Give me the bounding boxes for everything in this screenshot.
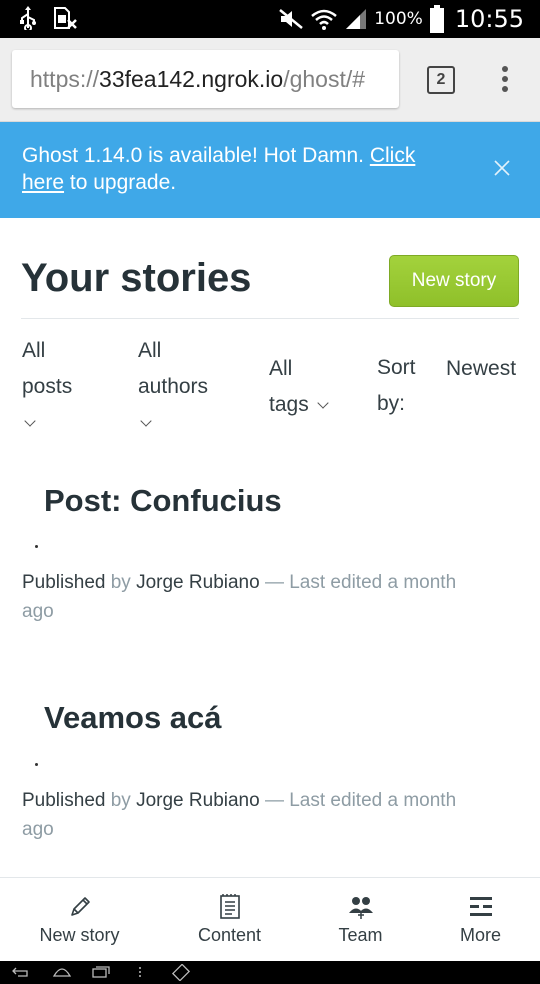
mute-icon [279,9,304,29]
system-nav-bar [0,961,540,984]
upgrade-link[interactable]: Click [370,144,416,167]
nav-new-story[interactable]: New story [12,878,147,962]
sim-off-icon [54,7,77,29]
filter-posts-dropdown[interactable]: All posts [22,333,72,441]
upgrade-link-here[interactable]: here [22,171,64,194]
url-scheme: https:// [30,66,100,92]
post-excerpt [35,545,38,548]
battery-icon [429,5,444,33]
post-title[interactable]: Veamos acá [44,700,222,736]
post-meta: Published by Jorge Rubiano — Last edited… [22,790,457,840]
post-edited: — Last edited a month [259,572,457,593]
post-status: Published [22,572,106,593]
divider [21,318,519,319]
filter-authors-dropdown[interactable]: All authors [138,333,208,441]
sort-order-dropdown[interactable]: Newest [446,351,516,387]
recents-icon[interactable] [92,966,110,978]
menu-icon[interactable] [138,966,142,978]
rotate-icon[interactable] [172,964,190,981]
usb-icon [20,6,36,30]
browser-menu-icon[interactable] [498,66,512,94]
battery-percent: 100% [374,9,423,29]
back-icon[interactable] [12,966,30,978]
pencil-icon [70,897,90,916]
upgrade-notice: Ghost 1.14.0 is available! Hot Damn. Cli… [0,122,540,218]
post-status: Published [22,790,106,811]
filter-tags-dropdown[interactable]: All tags [269,351,329,423]
post-meta: Published by Jorge Rubiano — Last edited… [22,572,457,622]
upgrade-notice-text: Ghost 1.14.0 is available! Hot Damn. Cli… [22,144,416,194]
url-bar[interactable]: https://33fea142.ngrok.io/ghost/# [12,50,399,108]
more-icon [469,897,492,916]
signal-icon [346,9,367,29]
post-excerpt [35,763,38,766]
post-edited: — Last edited a month [259,790,457,811]
chevron-down-icon [140,415,152,427]
status-bar: 100% 10:55 [0,0,540,38]
new-story-button[interactable]: New story [389,255,519,307]
clock: 10:55 [454,5,524,33]
post-title[interactable]: Post: Confucius [44,483,282,519]
nav-content[interactable]: Content [162,878,297,962]
post-author: Jorge Rubiano [136,790,260,811]
home-icon[interactable] [52,966,72,978]
url-path: /ghost/# [283,66,366,92]
browser-toolbar: https://33fea142.ngrok.io/ghost/# 2 [0,38,540,122]
url-host: 33fea142.ngrok.io [99,66,284,92]
tab-switcher-button[interactable]: 2 [427,66,455,94]
nav-more[interactable]: More [413,878,540,962]
chevron-down-icon [316,397,329,409]
sort-label: Sort by: [377,356,416,415]
document-icon [219,894,240,919]
nav-team[interactable]: Team [293,878,428,962]
close-icon[interactable] [492,158,512,178]
bottom-nav: New story Content Team More [0,877,540,961]
team-icon [348,897,373,919]
chevron-down-icon [24,415,36,427]
post-author: Jorge Rubiano [136,572,260,593]
page-title: Your stories [21,256,252,300]
wifi-icon [311,9,338,30]
